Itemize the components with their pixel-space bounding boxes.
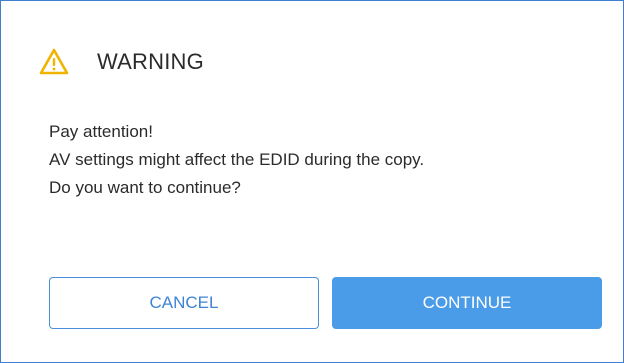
dialog-message: Pay attention! AV settings might affect … [49,118,424,202]
message-line-2: AV settings might affect the EDID during… [49,150,425,169]
dialog-title: WARNING [97,49,204,74]
message-line-3: Do you want to continue? [49,178,241,197]
continue-button[interactable]: CONTINUE [332,277,602,329]
warning-dialog: WARNING Pay attention! AV settings might… [0,0,624,363]
cancel-button[interactable]: CANCEL [49,277,319,329]
dialog-header: WARNING [39,45,204,79]
warning-icon [39,45,77,79]
message-line-1: Pay attention! [49,122,153,141]
